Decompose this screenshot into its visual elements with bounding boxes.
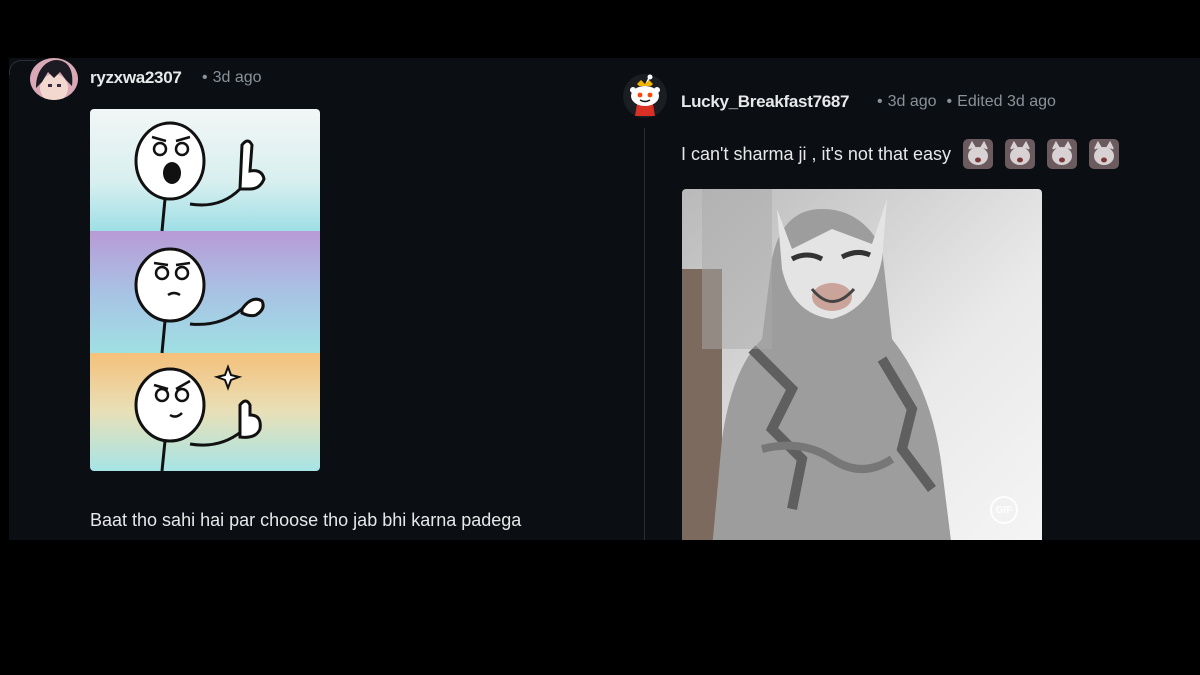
comment-author[interactable]: ryzxwa2307 <box>90 68 182 88</box>
edited-label: Edited 3d ago <box>957 93 1056 110</box>
comment-thread-panel: ryzxwa2307 • 3d ago Baat tho sahi hai pa… <box>9 58 1200 540</box>
comment-body: I can't sharma ji , it's not that easy <box>681 143 951 164</box>
screenshot-frame: ryzxwa2307 • 3d ago Baat tho sahi hai pa… <box>0 0 1200 675</box>
laughing-cat-emoji-icon <box>1089 139 1119 169</box>
comment-time: 3d ago <box>212 69 262 86</box>
comment-body: Baat tho sahi hai par choose tho jab bhi… <box>90 510 522 530</box>
thread-line <box>644 128 645 540</box>
snoo-avatar-icon[interactable] <box>621 72 669 120</box>
comment-time: 3d ago <box>887 93 937 110</box>
comment-meta: • 3d ago <box>202 69 262 86</box>
anime-avatar-icon[interactable] <box>30 58 78 100</box>
laughing-cat-emoji-icon <box>963 139 993 169</box>
comment-body-row: I can't sharma ji , it's not that easy <box>681 139 1119 169</box>
meme-three-panel-image[interactable] <box>90 109 320 471</box>
laughing-cat-emoji-icon <box>1005 139 1035 169</box>
laughing-cat-emoji-icon <box>1047 139 1077 169</box>
laughing-cat-gif[interactable] <box>682 189 1042 540</box>
comment-meta: • 3d ago • Edited 3d ago <box>877 93 1056 110</box>
gif-badge: GIF <box>990 496 1018 524</box>
comment-author[interactable]: Lucky_Breakfast7687 <box>681 92 850 112</box>
